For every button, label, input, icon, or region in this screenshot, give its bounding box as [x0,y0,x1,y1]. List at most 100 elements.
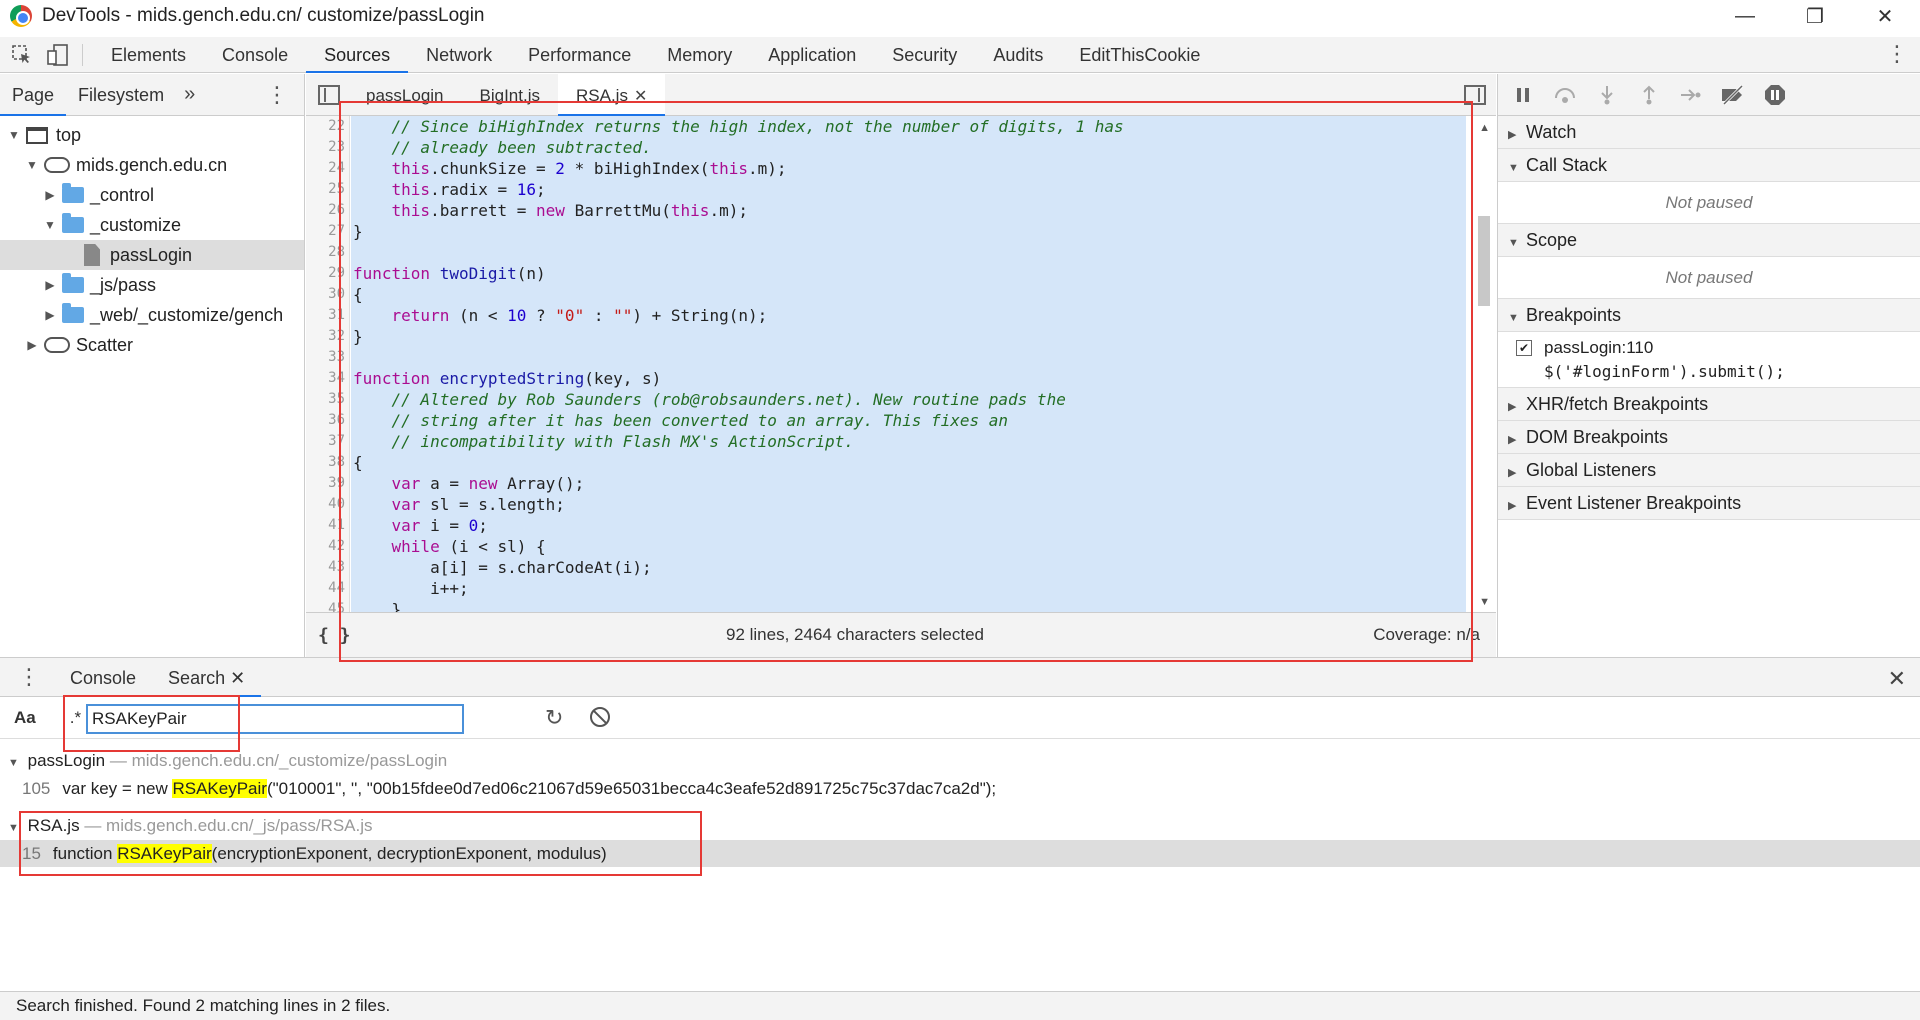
line-number[interactable]: 23 [306,137,349,158]
editor-tab-rsa[interactable]: RSA.js ✕ [558,73,666,116]
device-toolbar-icon[interactable] [44,41,72,69]
xhr-breakpoints-section[interactable]: ▶ XHR/fetch Breakpoints [1498,388,1920,421]
watch-section[interactable]: ▶ Watch [1498,116,1920,149]
code-line[interactable]: // Altered by Rob Saunders (rob@robsaund… [351,389,1466,410]
tab-application[interactable]: Application [750,37,874,73]
code-line[interactable]: function encryptedString(key, s) [351,368,1466,389]
breakpoints-section[interactable]: ▼ Breakpoints [1498,299,1920,332]
close-tab-icon[interactable]: ✕ [634,88,647,105]
code-line[interactable]: { [351,452,1466,473]
tab-console[interactable]: Console [204,37,306,73]
tree-item-control[interactable]: ▶ _control [0,180,304,210]
step-into-icon[interactable] [1594,84,1620,106]
code-line[interactable]: return (n < 10 ? "0" : "") + String(n); [351,305,1466,326]
tree-item-domain[interactable]: ▼ mids.gench.edu.cn [0,150,304,180]
code-line[interactable]: // Since biHighIndex returns the high in… [351,116,1466,137]
line-number[interactable]: 43 [306,557,349,578]
collapsed-arrow-icon[interactable]: ▶ [24,338,40,352]
line-number[interactable]: 34 [306,368,349,389]
tab-editthiscookie[interactable]: EditThisCookie [1061,37,1218,73]
tree-item-web-customize[interactable]: ▶ _web/_customize/gench [0,300,304,330]
scroll-up-icon[interactable]: ▲ [1479,122,1490,134]
result-line[interactable]: 105 var key = new RSAKeyPair("010001", ''… [0,775,1920,802]
line-number[interactable]: 44 [306,578,349,599]
code-line[interactable]: } [351,599,1466,612]
tab-sources[interactable]: Sources [306,37,409,73]
line-number[interactable]: 22 [306,116,349,137]
close-tab-icon[interactable]: ✕ [230,668,245,688]
inspect-element-icon[interactable] [8,41,36,69]
code-line[interactable]: var i = 0; [351,515,1466,536]
line-number[interactable]: 30 [306,284,349,305]
editor-scrollbar[interactable]: ▲ ▼ [1470,116,1496,612]
line-number[interactable]: 37 [306,431,349,452]
line-number[interactable]: 41 [306,515,349,536]
tab-elements[interactable]: Elements [93,37,204,73]
result-file-header[interactable]: ▼ RSA.js — mids.gench.edu.cn/_js/pass/RS… [0,812,1920,840]
step-over-icon[interactable] [1552,84,1578,106]
minimize-button[interactable]: — [1710,0,1780,32]
line-number[interactable]: 42 [306,536,349,557]
code-line[interactable]: } [351,221,1466,242]
collapsed-arrow-icon[interactable]: ▶ [42,278,58,292]
step-out-icon[interactable] [1636,84,1662,106]
code-line[interactable]: } [351,326,1466,347]
match-case-button[interactable]: Aa [14,708,36,728]
code-line[interactable]: this.radix = 16; [351,179,1466,200]
refresh-icon[interactable]: ↻ [545,705,563,731]
tab-audits[interactable]: Audits [975,37,1061,73]
call-stack-section[interactable]: ▼ Call Stack [1498,149,1920,182]
code-line[interactable] [351,347,1466,368]
line-number[interactable]: 33 [306,347,349,368]
regex-button[interactable]: .* [70,708,81,728]
result-line[interactable]: 15 function RSAKeyPair(encryptionExponent… [0,840,1920,867]
more-tabs-icon[interactable]: » [184,83,195,106]
tree-item-scatter[interactable]: ▶ Scatter [0,330,304,360]
scroll-down-icon[interactable]: ▼ [1479,596,1490,608]
editor-tab-bigint[interactable]: BigInt.js [462,74,558,116]
scrollbar-thumb[interactable] [1478,216,1490,306]
expanded-arrow-icon[interactable]: ▼ [8,757,19,769]
code-area[interactable]: 22 23 24 25 26 27 28 29 30 31 32 33 34 3… [306,116,1496,612]
line-number[interactable]: 39 [306,473,349,494]
maximize-button[interactable]: ❐ [1780,0,1850,32]
code-line[interactable]: function twoDigit(n) [351,263,1466,284]
code-line[interactable]: // already been subtracted. [351,137,1466,158]
line-number[interactable]: 29 [306,263,349,284]
global-listeners-section[interactable]: ▶ Global Listeners [1498,454,1920,487]
toggle-debugger-icon[interactable] [1464,85,1486,105]
code-line[interactable]: i++; [351,578,1466,599]
line-number[interactable]: 27 [306,221,349,242]
line-number[interactable]: 38 [306,452,349,473]
line-number[interactable]: 45 [306,599,349,612]
dom-breakpoints-section[interactable]: ▶ DOM Breakpoints [1498,421,1920,454]
line-number[interactable]: 25 [306,179,349,200]
code-line[interactable]: this.chunkSize = 2 * biHighIndex(this.m)… [351,158,1466,179]
code-content[interactable]: // Since biHighIndex returns the high in… [351,116,1466,612]
scope-section[interactable]: ▼ Scope [1498,224,1920,257]
line-number[interactable]: 40 [306,494,349,515]
code-line[interactable]: // string after it has been converted to… [351,410,1466,431]
tab-filesystem[interactable]: Filesystem [66,74,176,116]
drawer-tab-search[interactable]: Search ✕ [152,658,262,697]
collapsed-arrow-icon[interactable]: ▶ [42,188,58,202]
tab-memory[interactable]: Memory [649,37,750,73]
tree-item-customize[interactable]: ▼ _customize [0,210,304,240]
close-drawer-icon[interactable]: ✕ [1888,666,1906,692]
code-line[interactable]: var sl = s.length; [351,494,1466,515]
event-listener-breakpoints-section[interactable]: ▶ Event Listener Breakpoints [1498,487,1920,520]
editor-tab-passlogin[interactable]: passLogin [348,74,462,116]
breakpoint-checkbox[interactable]: ✔ [1516,340,1532,356]
pause-icon[interactable] [1510,84,1536,106]
pretty-print-button[interactable]: { } [318,625,351,646]
code-line[interactable]: // incompatibility with Flash MX's Actio… [351,431,1466,452]
result-file-header[interactable]: ▼ passLogin — mids.gench.edu.cn/_customi… [0,747,1920,775]
step-icon[interactable] [1678,84,1704,106]
close-window-button[interactable]: ✕ [1850,0,1920,32]
tab-page[interactable]: Page [0,74,67,116]
tab-performance[interactable]: Performance [510,37,649,73]
line-number[interactable]: 24 [306,158,349,179]
code-line[interactable] [351,242,1466,263]
line-number[interactable]: 26 [306,200,349,221]
toggle-navigator-icon[interactable] [318,84,340,105]
